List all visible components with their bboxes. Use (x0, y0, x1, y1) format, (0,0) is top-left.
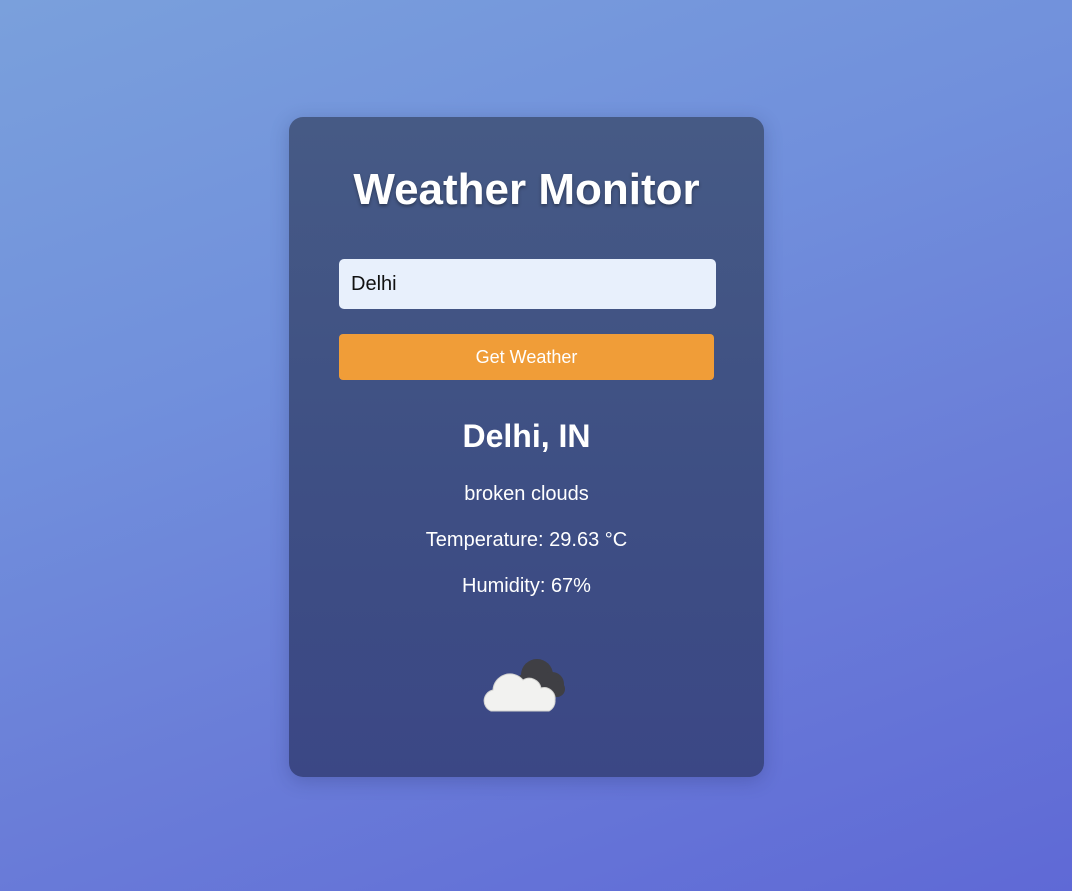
location-heading: Delhi, IN (462, 418, 591, 454)
temperature-text: Temperature: 29.63 °C (425, 529, 628, 551)
get-weather-button[interactable]: Get Weather (339, 334, 714, 380)
weather-card: Weather Monitor Get Weather Delhi, IN br… (289, 117, 764, 777)
city-search-input[interactable] (339, 259, 716, 309)
broken-clouds-icon (481, 653, 573, 715)
app-title: Weather Monitor (353, 165, 700, 214)
humidity-text: Humidity: 67% (462, 575, 591, 597)
weather-description: broken clouds (464, 483, 589, 505)
